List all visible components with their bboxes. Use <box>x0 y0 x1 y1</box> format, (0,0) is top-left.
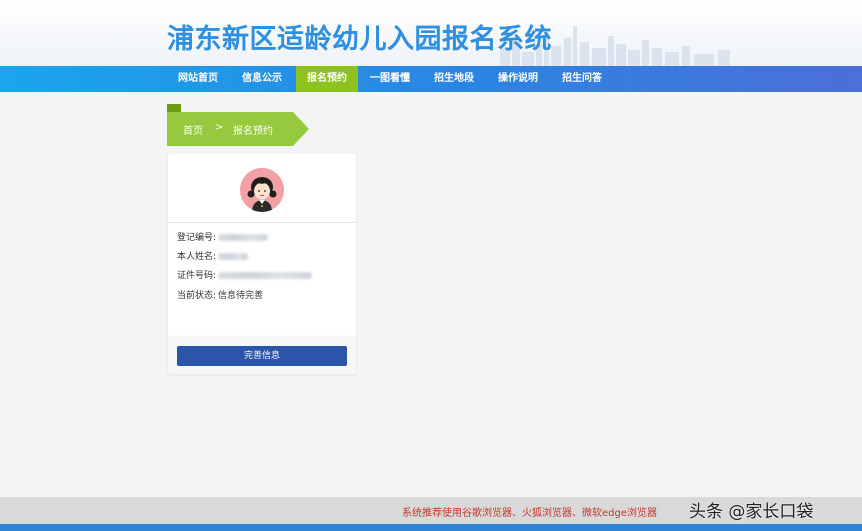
nav-item-info-public[interactable]: 信息公示 <box>242 66 282 92</box>
nav-item-instructions[interactable]: 操作说明 <box>498 66 538 92</box>
name-label: 本人姓名: <box>177 252 217 262</box>
nav-item-home[interactable]: 网站首页 <box>178 66 218 92</box>
girl-avatar-icon <box>240 168 284 212</box>
id-number-redacted <box>218 272 313 279</box>
watermark-text: 头条 @家长口袋 <box>689 502 814 522</box>
profile-card: 登记编号: 本人姓名: 证件号码: 当前状态: 信息待完善 <box>168 154 356 336</box>
status-value: 信息待完善 <box>218 291 264 301</box>
nav-item-faq[interactable]: 招生问答 <box>562 66 602 92</box>
complete-info-button[interactable]: 完善信息 <box>177 346 347 366</box>
site-header: 浦东新区适龄幼儿入园报名系统 <box>0 0 862 66</box>
profile-card-footer: 完善信息 <box>168 336 356 374</box>
breadcrumb-separator: > <box>215 122 224 133</box>
page-footer: 系统推荐使用谷歌浏览器、火狐浏览器、微软edge浏览器 头条 @家长口袋 <box>0 497 862 524</box>
bottom-accent-strip <box>0 524 862 531</box>
registration-number-redacted <box>218 234 269 241</box>
main-navbar: 网站首页 信息公示 报名预约 一图看懂 招生地段 操作说明 招生问答 <box>0 66 862 92</box>
breadcrumb-current: 报名预约 <box>233 126 273 137</box>
status-label: 当前状态: <box>177 291 217 301</box>
name-row: 本人姓名: <box>177 250 249 264</box>
breadcrumb-home-link[interactable]: 首页 <box>183 122 203 137</box>
page-title: 浦东新区适龄幼儿入园报名系统 <box>167 24 552 55</box>
breadcrumb: 首页 > 报名预约 <box>167 104 310 146</box>
status-row: 当前状态: 信息待完善 <box>177 289 263 303</box>
browser-recommendation-notice: 系统推荐使用谷歌浏览器、火狐浏览器、微软edge浏览器 <box>402 508 657 519</box>
id-number-row: 证件号码: <box>177 269 313 283</box>
registration-number-label: 登记编号: <box>177 233 217 243</box>
nav-item-enrollment-area[interactable]: 招生地段 <box>434 66 474 92</box>
avatar <box>240 168 284 212</box>
id-number-label: 证件号码: <box>177 271 217 281</box>
name-redacted <box>218 253 249 260</box>
nav-item-overview[interactable]: 一图看懂 <box>370 66 410 92</box>
nav-item-registration[interactable]: 报名预约 <box>296 66 358 92</box>
registration-number-row: 登记编号: <box>177 231 269 245</box>
card-divider <box>168 222 356 223</box>
